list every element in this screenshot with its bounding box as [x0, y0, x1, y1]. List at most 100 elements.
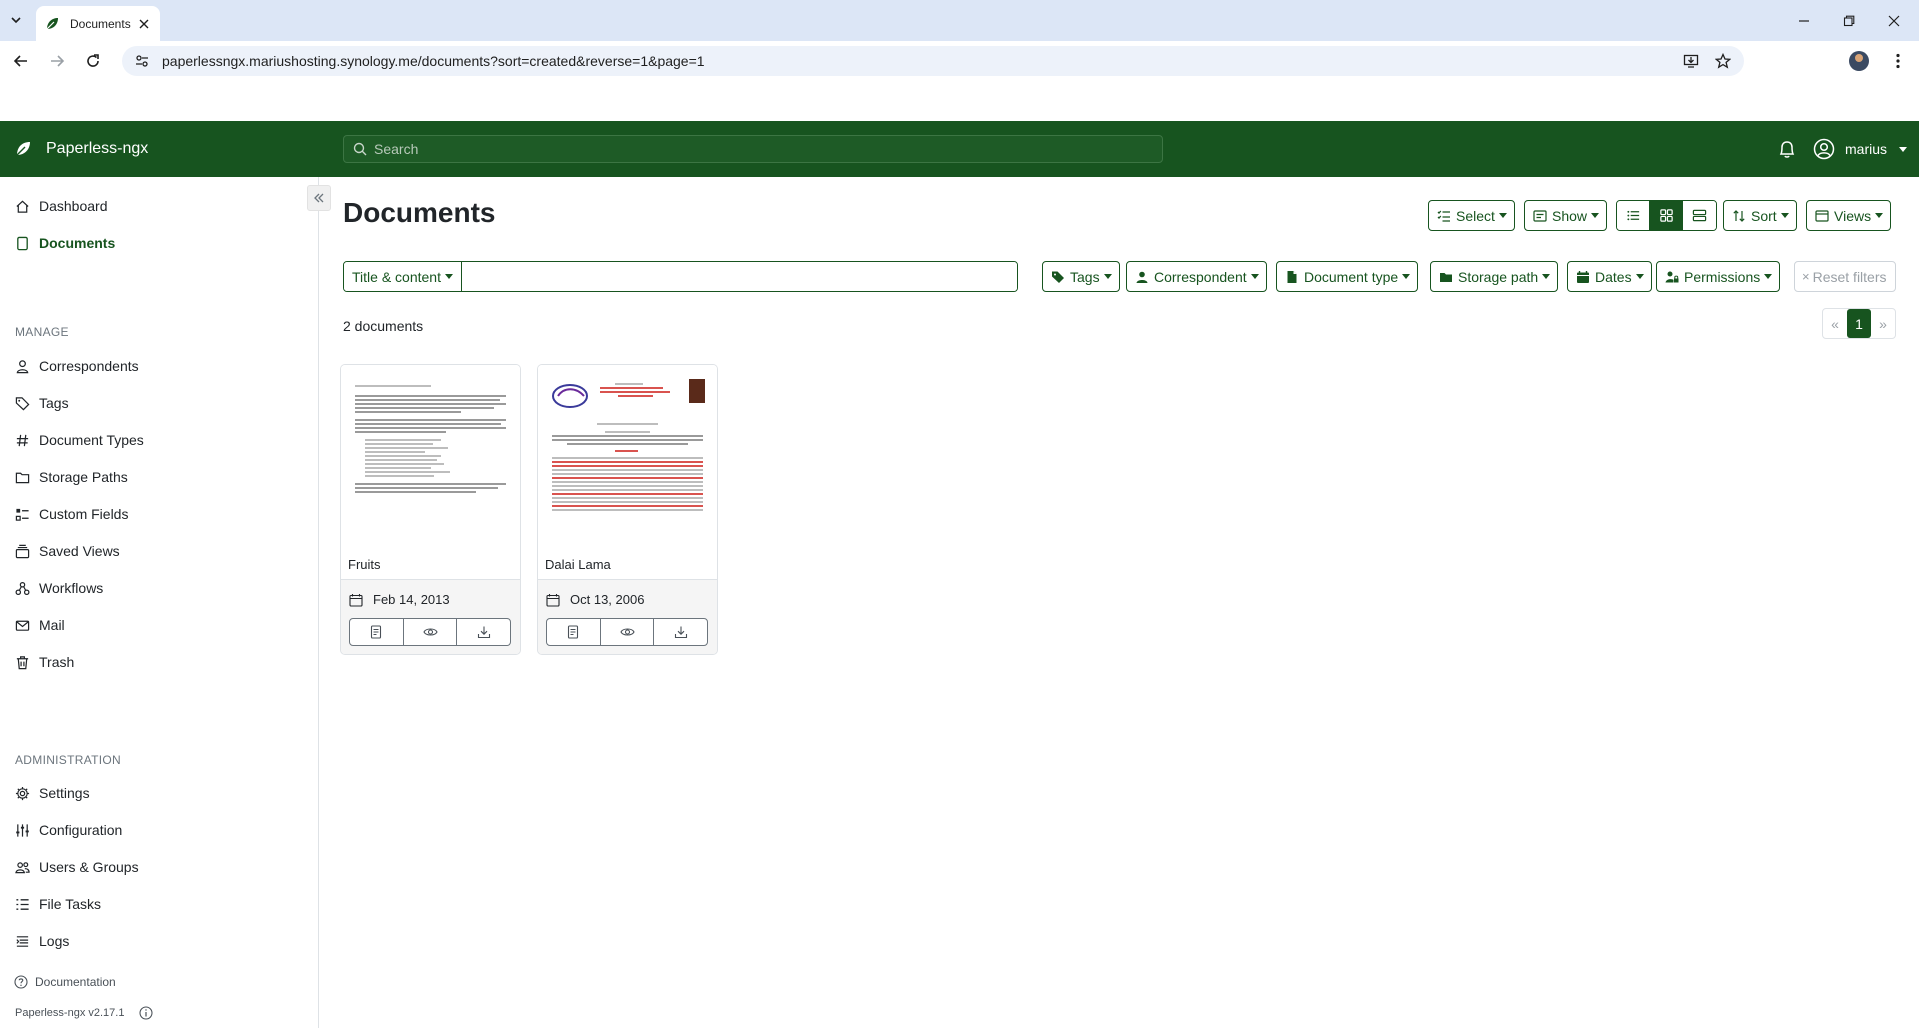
install-app-icon[interactable] [1680, 50, 1702, 72]
previous-page-button[interactable]: « [1823, 309, 1847, 338]
sidebar-item-custom-fields[interactable]: Custom Fields [14, 499, 128, 529]
document-title: Fruits [348, 557, 381, 572]
eye-icon [422, 628, 438, 636]
close-icon[interactable] [136, 16, 152, 32]
sidebar-item-label: File Tasks [39, 896, 101, 912]
page-1-button[interactable]: 1 [1847, 309, 1871, 338]
site-settings-icon[interactable] [132, 51, 152, 71]
sidebar-item-label: Logs [39, 933, 70, 949]
open-details-button[interactable] [547, 619, 601, 645]
download-button[interactable] [457, 619, 510, 645]
list-check-icon [1436, 208, 1451, 223]
sidebar-item-configuration[interactable]: Configuration [14, 815, 122, 845]
tags-filter-button[interactable]: Tags [1042, 261, 1120, 292]
sidebar-item-label: Correspondents [39, 358, 139, 374]
sidebar-item-trash[interactable]: Trash [14, 647, 74, 677]
reset-filters-button[interactable]: × Reset filters [1794, 261, 1896, 292]
forward-icon[interactable] [45, 49, 69, 73]
person-icon [14, 358, 30, 374]
address-bar[interactable]: paperlessngx.mariushosting.synology.me/d… [122, 46, 1744, 76]
pagination: « 1 » [1822, 308, 1896, 339]
correspondent-filter-button[interactable]: Correspondent [1126, 261, 1267, 292]
dates-filter-button[interactable]: Dates [1567, 261, 1652, 292]
sidebar-item-documents[interactable]: Documents [14, 228, 115, 258]
browser-tab[interactable]: Documents [36, 6, 160, 41]
document-type-filter-button[interactable]: Document type [1276, 261, 1419, 292]
brand-link[interactable]: Paperless-ngx [14, 121, 148, 177]
storage-path-filter-label: Storage path [1458, 268, 1539, 285]
minimize-icon[interactable] [1792, 9, 1816, 33]
title-content-dropdown[interactable]: Title & content [344, 262, 462, 291]
sort-label: Sort [1751, 207, 1777, 224]
sidebar-item-users-groups[interactable]: Users & Groups [14, 852, 139, 882]
sidebar-item-dashboard[interactable]: Dashboard [14, 191, 108, 221]
sidebar-item-logs[interactable]: Logs [14, 926, 69, 956]
storage-path-filter-button[interactable]: Storage path [1430, 261, 1559, 292]
document-card[interactable]: Fruits Feb 14, 2013 [340, 364, 521, 655]
bookmark-star-icon[interactable] [1712, 50, 1734, 72]
sidebar-item-document-types[interactable]: Document Types [14, 425, 144, 455]
menu-dots-icon[interactable] [1888, 51, 1908, 71]
leaf-logo-icon [15, 142, 30, 157]
large-cards-view-button[interactable] [1683, 201, 1716, 230]
sidebar-item-correspondents[interactable]: Correspondents [14, 351, 139, 381]
sidebar-item-label: Configuration [39, 822, 123, 838]
document-date-text: Feb 14, 2013 [373, 592, 450, 607]
select-dropdown-button[interactable]: Select [1428, 200, 1515, 231]
document-thumbnail[interactable] [538, 365, 717, 545]
small-cards-view-button[interactable] [1650, 201, 1683, 230]
preview-button[interactable] [601, 619, 655, 645]
open-details-button[interactable] [350, 619, 404, 645]
bell-icon[interactable] [1776, 138, 1798, 160]
permissions-filter-button[interactable]: Permissions [1656, 261, 1781, 292]
manage-heading: MANAGE [15, 325, 69, 339]
documentation-link[interactable]: Documentation [14, 975, 116, 989]
text-filter: Title & content [343, 261, 1018, 292]
window-close-icon[interactable] [1882, 9, 1906, 33]
restore-icon[interactable] [1837, 9, 1861, 33]
filter-text-input[interactable] [461, 262, 1017, 291]
url-text: paperlessngx.mariushosting.synology.me/d… [162, 53, 705, 69]
document-card[interactable]: Dalai Lama Oct 13, 2006 [537, 364, 718, 655]
caret-down-icon [1542, 274, 1551, 279]
back-icon[interactable] [9, 49, 33, 73]
download-icon [674, 626, 687, 639]
sidebar-item-label: Workflows [39, 580, 104, 596]
documentation-label: Documentation [35, 975, 116, 989]
page-title: Documents [343, 197, 496, 228]
folder-fill-icon [1438, 269, 1453, 284]
details-view-button[interactable] [1617, 201, 1650, 230]
sidebar-item-mail[interactable]: Mail [14, 610, 65, 640]
global-search[interactable] [343, 135, 1163, 163]
show-dropdown-button[interactable]: Show [1524, 200, 1608, 231]
download-button[interactable] [654, 619, 707, 645]
preview-button[interactable] [404, 619, 458, 645]
sidebar-item-tags[interactable]: Tags [14, 388, 69, 418]
reload-icon[interactable] [81, 49, 105, 73]
caret-down-icon [1635, 274, 1644, 279]
sidebar-item-file-tasks[interactable]: File Tasks [14, 889, 101, 919]
info-circle-icon[interactable] [139, 1006, 154, 1020]
sidebar-item-storage-paths[interactable]: Storage Paths [14, 462, 128, 492]
text-indent-icon [14, 933, 30, 949]
sidebar-item-settings[interactable]: Settings [14, 778, 90, 808]
tab-search-icon[interactable] [6, 10, 26, 30]
document-thumbnail[interactable] [341, 365, 520, 545]
next-page-button[interactable]: » [1871, 309, 1895, 338]
sidebar-item-label: Documents [39, 235, 116, 251]
document-count: 2 documents [343, 318, 424, 334]
tags-icon [14, 395, 30, 411]
sidebar-item-label: Dashboard [39, 198, 108, 214]
user-menu[interactable]: marius [1813, 121, 1908, 177]
caret-down-icon [1250, 274, 1259, 279]
folder-icon [14, 469, 30, 485]
sidebar-item-workflows[interactable]: Workflows [14, 573, 103, 603]
sort-dropdown-button[interactable]: Sort [1723, 200, 1797, 231]
profile-avatar[interactable] [1849, 51, 1869, 71]
search-input[interactable] [374, 141, 1162, 157]
sidebar-item-saved-views[interactable]: Saved Views [14, 536, 120, 566]
views-dropdown-button[interactable]: Views [1806, 200, 1892, 231]
envelope-icon [14, 617, 30, 633]
sidebar-item-label: Users & Groups [39, 859, 139, 875]
hdd-stack-icon [1692, 209, 1707, 222]
